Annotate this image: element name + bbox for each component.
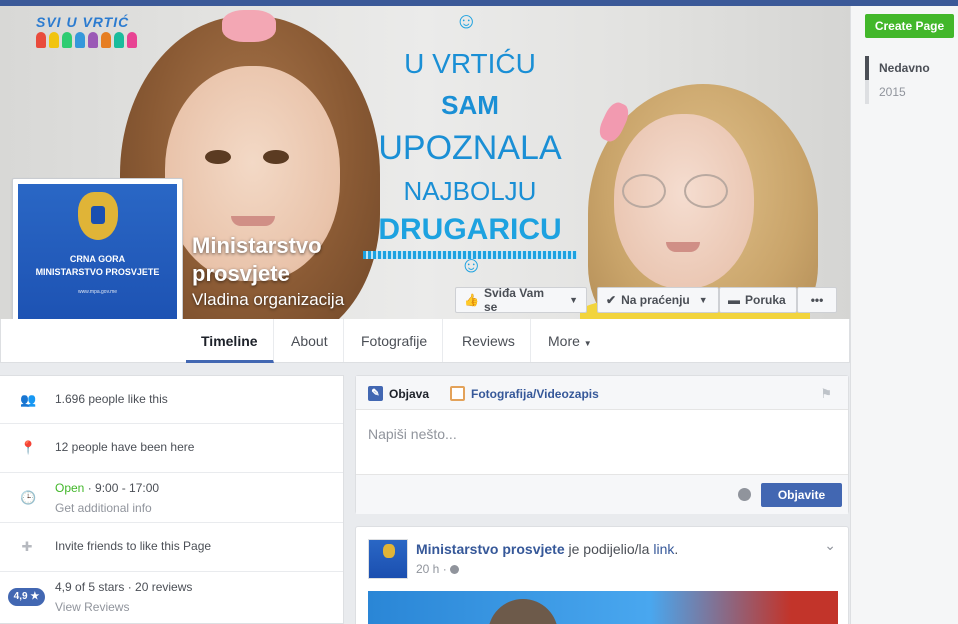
post-time-text: 20 h ·	[416, 562, 447, 576]
composer-input[interactable]: Napiši nešto...	[368, 426, 457, 442]
post-action-text: je podijelio/la	[564, 541, 654, 557]
following-label: Na praćenju	[621, 293, 690, 307]
profile-line: MINISTARSTVO PROSVJETE	[35, 267, 160, 277]
create-page-button[interactable]: Create Page	[865, 14, 954, 38]
slogan-line: UPOZNALA	[378, 129, 562, 167]
slogan-line: DRUGARICU	[378, 213, 562, 246]
tab-more[interactable]: More ▼	[533, 319, 607, 362]
slogan-line: SAM	[441, 90, 499, 120]
checkins-count: 12 people have been here	[55, 440, 195, 454]
composer-tab-photo-label: Fotografija/Videozapis	[471, 386, 599, 401]
cover-girl-right-face	[614, 114, 754, 289]
checkmark-icon: ✔	[606, 293, 617, 307]
message-icon: ▬	[728, 293, 740, 307]
cover-bow-left	[222, 10, 276, 42]
post-link[interactable]: link	[653, 541, 674, 557]
likes-row[interactable]: 👥 1.696 people like this	[0, 376, 343, 424]
rating-row: 4,9 ★ 4,9 of 5 stars · 20 reviews View R…	[0, 572, 343, 624]
checkins-row[interactable]: 📍 12 people have been here	[0, 424, 343, 473]
likes-count: 1.696 people like this	[55, 392, 168, 406]
composer-tabs: ✎ Objava Fotografija/Videozapis ⚑	[356, 376, 848, 410]
rating-summary: 4,9 of 5 stars · 20 reviews	[55, 580, 193, 594]
tab-more-label: More	[548, 333, 580, 349]
stick-figure-icon: ☺	[455, 8, 478, 33]
rating-badge: 4,9 ★	[8, 588, 45, 606]
caret-down-icon: ▼	[569, 295, 578, 305]
like-button[interactable]: 👍 Sviđa Vam se ▼	[455, 286, 587, 314]
clock-icon: 🕒	[20, 490, 37, 505]
cover-slogan: U VRTIĆU SAM UPOZNALA NAJBOLJU DRUGARICU	[340, 42, 600, 259]
caret-down-icon: ▼	[698, 295, 708, 305]
tab-about[interactable]: About	[276, 319, 344, 362]
tab-timeline[interactable]: Timeline	[186, 319, 274, 363]
coat-of-arms-icon	[77, 192, 118, 240]
photo-icon	[450, 386, 465, 401]
additional-info-link[interactable]: Get additional info	[55, 501, 152, 515]
location-pin-icon: 📍	[20, 440, 37, 455]
page-tabs: Timeline About Fotografije Reviews More …	[0, 319, 850, 363]
publish-button[interactable]: Objavite	[761, 483, 842, 507]
caret-down-icon: ▼	[583, 339, 592, 348]
thumbs-up-icon: 👍	[464, 293, 479, 307]
post-author-name[interactable]: Ministarstvo prosvjete	[416, 541, 565, 557]
year-nav-2015[interactable]: 2015	[865, 80, 906, 104]
more-dots-icon: •••	[810, 293, 824, 307]
chevron-down-icon[interactable]: ⌄	[824, 537, 836, 554]
opening-hours: · 9:00 - 17:00	[84, 481, 160, 495]
post-composer: ✎ Objava Fotografija/Videozapis ⚑ Napiši…	[355, 375, 849, 514]
slogan-line: U VRTIĆU	[404, 48, 536, 79]
post-timestamp[interactable]: 20 h ·	[416, 562, 460, 576]
composer-tab-post-label: Objava	[389, 386, 430, 401]
hours-row: 🕒 Open · 9:00 - 17:00 Get additional inf…	[0, 473, 343, 523]
add-friend-icon: ✚	[21, 539, 33, 554]
composer-tab-post[interactable]: ✎ Objava	[368, 386, 429, 401]
year-nav-recent[interactable]: Nedavno	[865, 56, 930, 80]
profile-line: CRNA GORA	[69, 254, 126, 264]
tab-photos[interactable]: Fotografije	[346, 319, 444, 362]
message-label: Poruka	[745, 293, 786, 307]
message-button[interactable]: ▬ Poruka	[719, 287, 797, 313]
slogan-line: NAJBOLJU	[403, 176, 537, 206]
more-actions-button[interactable]: •••	[797, 287, 837, 313]
pencil-icon: ✎	[368, 386, 383, 401]
about-summary: 👥 1.696 people like this 📍 12 people hav…	[0, 375, 344, 624]
tab-reviews[interactable]: Reviews	[447, 319, 531, 362]
flag-icon[interactable]: ⚑	[820, 386, 832, 402]
page-title[interactable]: Ministarstvo prosvjete	[192, 232, 372, 288]
post-header: Ministarstvo prosvjete je podijelio/la l…	[416, 541, 679, 557]
invite-friends-link: Invite friends to like this Page	[55, 539, 212, 553]
post-image[interactable]	[368, 591, 838, 624]
open-status: Open	[55, 481, 85, 495]
view-reviews-link[interactable]: View Reviews	[55, 600, 129, 614]
slogan-stripe	[363, 251, 577, 259]
like-label: Sviđa Vam se	[483, 286, 544, 314]
globe-icon	[450, 565, 460, 575]
profile-url: www.mpa.gov.me	[77, 289, 118, 295]
globe-icon[interactable]	[738, 488, 751, 501]
kids-icon	[36, 32, 137, 48]
post-author-avatar[interactable]	[368, 539, 408, 579]
composer-tab-photo[interactable]: Fotografija/Videozapis	[450, 386, 599, 401]
page-category[interactable]: Vladina organizacija	[192, 290, 344, 310]
svi-u-vrtic-logo: SVI U VRTIĆ	[36, 14, 137, 48]
composer-footer: Objavite	[356, 474, 848, 514]
people-icon: 👥	[20, 392, 37, 407]
timeline-post: Ministarstvo prosvjete je podijelio/la l…	[355, 526, 849, 624]
invite-row[interactable]: ✚ Invite friends to like this Page	[0, 523, 343, 572]
logo-text: SVI U VRTIĆ	[36, 14, 130, 30]
following-button[interactable]: ✔ Na praćenju ▼	[597, 287, 719, 313]
